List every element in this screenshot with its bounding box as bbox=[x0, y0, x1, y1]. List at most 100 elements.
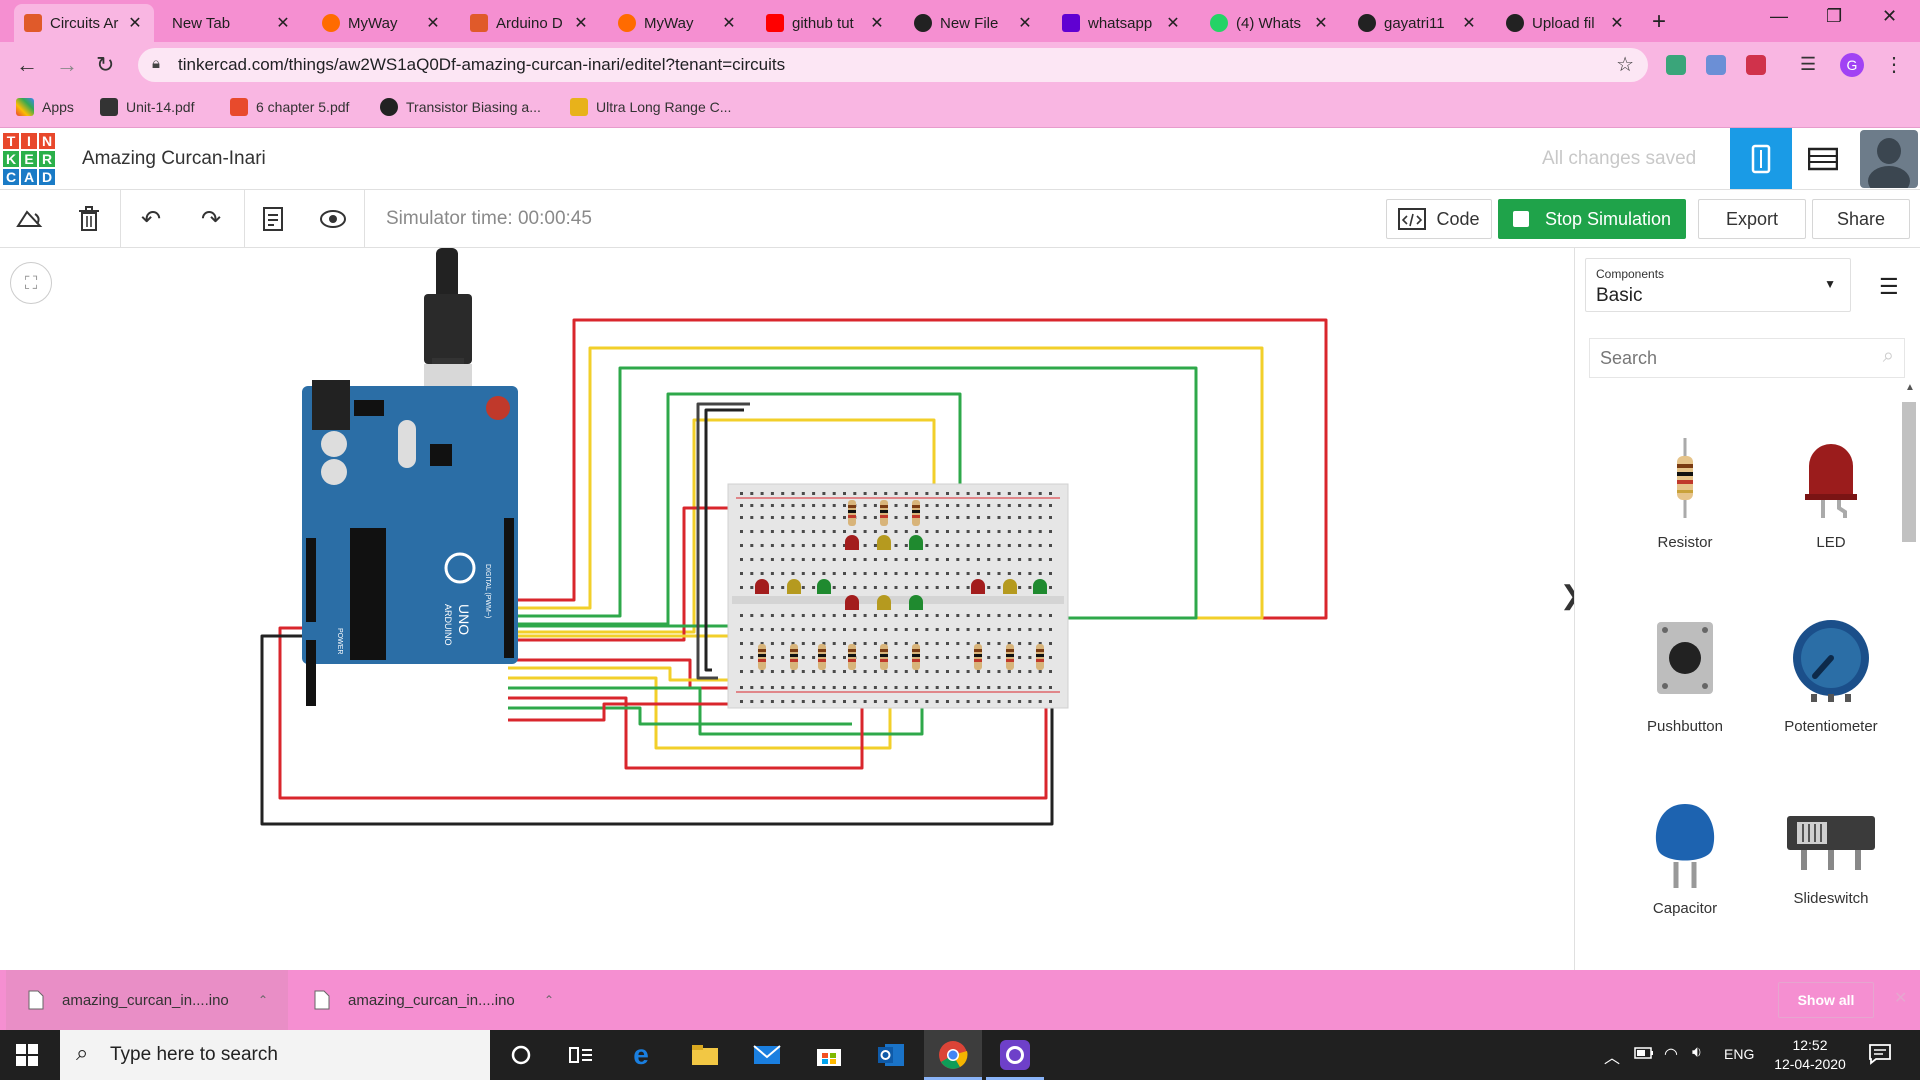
download-item[interactable]: amazing_curcan_in....ino ⌃ bbox=[6, 970, 288, 1030]
component-led[interactable]: LED bbox=[1761, 434, 1901, 551]
profile-avatar[interactable]: G bbox=[1840, 53, 1864, 77]
mail-icon[interactable] bbox=[752, 1040, 782, 1070]
battery-icon[interactable] bbox=[1634, 1046, 1654, 1065]
wifi-icon[interactable]: ◠ bbox=[1664, 1044, 1678, 1064]
tab-circuits[interactable]: Circuits Ar ✕ bbox=[14, 4, 154, 42]
circuit-canvas[interactable]: ⛶ ARDUINO UNO DIGITAL (PWM~) ANALOG IN P… bbox=[0, 248, 1582, 970]
cortana-icon[interactable] bbox=[506, 1040, 536, 1070]
visibility-eye-icon[interactable] bbox=[318, 204, 348, 234]
close-icon[interactable]: ✕ bbox=[424, 13, 442, 33]
forward-arrow-icon[interactable]: → bbox=[56, 52, 78, 78]
new-tab-plus-icon[interactable]: + bbox=[1652, 8, 1666, 36]
code-button[interactable]: Code bbox=[1386, 199, 1492, 239]
scrollbar-thumb[interactable] bbox=[1902, 402, 1916, 542]
chrome-menu-icon[interactable]: ⋮ bbox=[1884, 52, 1904, 77]
extension-icon[interactable] bbox=[1666, 55, 1686, 75]
close-icon[interactable]: ✕ bbox=[1608, 13, 1626, 33]
extension-icon[interactable] bbox=[1706, 55, 1726, 75]
window-close-icon[interactable]: ✕ bbox=[1882, 6, 1897, 27]
list-view-icon[interactable]: ☰ bbox=[1879, 274, 1899, 300]
close-icon[interactable]: ✕ bbox=[1164, 13, 1182, 33]
chevron-up-icon[interactable]: ⌃ bbox=[544, 993, 554, 1007]
undo-icon[interactable]: ↶ bbox=[136, 204, 166, 234]
tinkercad-logo[interactable]: T I N K E R C A D bbox=[2, 132, 56, 186]
redo-icon[interactable]: ↷ bbox=[196, 204, 226, 234]
taskbar-search-box[interactable]: ⌕ Type here to search bbox=[60, 1030, 490, 1080]
back-arrow-icon[interactable]: ← bbox=[16, 52, 38, 78]
github-desktop-taskbar-button[interactable] bbox=[986, 1030, 1044, 1080]
windows-start-icon[interactable] bbox=[16, 1044, 38, 1071]
panel-scrollbar[interactable]: ▲ bbox=[1901, 382, 1917, 948]
close-icon[interactable]: ✕ bbox=[126, 13, 144, 33]
bookmark-transistor[interactable]: Transistor Biasing a... bbox=[380, 98, 541, 116]
tab-new-file[interactable]: New File ✕ bbox=[904, 4, 1044, 42]
volume-icon[interactable]: 🔉︎ bbox=[1692, 1044, 1702, 1062]
restore-icon[interactable]: ❐ bbox=[1826, 6, 1842, 27]
tab-gayatri[interactable]: gayatri11 ✕ bbox=[1348, 4, 1488, 42]
tab-arduino[interactable]: Arduino D ✕ bbox=[460, 4, 600, 42]
bookmark-ultra-long-range[interactable]: Ultra Long Range C... bbox=[570, 98, 731, 116]
bookmark-unit-14[interactable]: Unit-14.pdf bbox=[100, 98, 194, 116]
breadboard-hole bbox=[925, 544, 929, 547]
stop-simulation-button[interactable]: Stop Simulation bbox=[1498, 199, 1686, 239]
export-button[interactable]: Export bbox=[1698, 199, 1806, 239]
close-icon[interactable]: ✕ bbox=[1016, 13, 1034, 33]
tab-whatsapp[interactable]: (4) Whats ✕ bbox=[1200, 4, 1340, 42]
tab-whatsapp-search[interactable]: whatsapp ✕ bbox=[1052, 4, 1192, 42]
close-icon[interactable]: ✕ bbox=[1460, 13, 1478, 33]
star-bookmark-icon[interactable]: ☆ bbox=[1616, 52, 1634, 77]
close-icon[interactable]: ✕ bbox=[274, 13, 292, 33]
scroll-up-icon[interactable]: ▲ bbox=[1905, 382, 1915, 393]
breadboard-hole bbox=[1018, 628, 1022, 631]
delete-trash-icon[interactable] bbox=[74, 204, 104, 234]
share-button[interactable]: Share bbox=[1812, 199, 1910, 239]
reload-icon[interactable]: ↻ bbox=[96, 52, 114, 78]
outlook-icon[interactable] bbox=[876, 1040, 906, 1070]
resistor-band bbox=[848, 649, 856, 652]
task-view-icon[interactable] bbox=[566, 1040, 596, 1070]
rotate-icon[interactable] bbox=[14, 204, 44, 234]
breadboard-hole bbox=[925, 572, 929, 575]
component-potentiometer[interactable]: Potentiometer bbox=[1761, 618, 1901, 735]
component-search-input[interactable]: Search ⌕ bbox=[1589, 338, 1905, 378]
design-title[interactable]: Amazing Curcan-Inari bbox=[82, 148, 266, 170]
close-icon[interactable]: ✕ bbox=[720, 13, 738, 33]
bookmark-chapter-5[interactable]: 6 chapter 5.pdf bbox=[230, 98, 349, 116]
minimize-icon[interactable]: — bbox=[1770, 6, 1788, 27]
close-icon[interactable]: ✕ bbox=[1312, 13, 1330, 33]
chrome-taskbar-button[interactable] bbox=[924, 1030, 982, 1080]
component-resistor[interactable]: Resistor bbox=[1615, 438, 1755, 551]
notifications-icon[interactable] bbox=[1868, 1042, 1892, 1071]
bookmark-apps[interactable]: Apps bbox=[16, 98, 74, 116]
close-icon[interactable]: ✕ bbox=[868, 13, 886, 33]
user-avatar[interactable] bbox=[1860, 130, 1918, 188]
tab-upload-file[interactable]: Upload fil ✕ bbox=[1496, 4, 1636, 42]
url-field[interactable]: 🔒︎ tinkercad.com/things/aw2WS1aQ0Df-amaz… bbox=[138, 48, 1648, 82]
show-all-button[interactable]: Show all bbox=[1778, 982, 1874, 1018]
pocket-icon[interactable] bbox=[1746, 55, 1766, 75]
schematic-view-button[interactable] bbox=[1792, 128, 1854, 189]
clock[interactable]: 12:52 12-04-2020 bbox=[1770, 1036, 1850, 1074]
tab-myway[interactable]: MyWay ✕ bbox=[312, 4, 452, 42]
tab-myway-2[interactable]: MyWay ✕ bbox=[608, 4, 748, 42]
media-control-icon[interactable]: ☰ bbox=[1800, 54, 1816, 75]
component-pushbutton[interactable]: Pushbutton bbox=[1615, 618, 1755, 735]
show-hidden-icons-chevron-icon[interactable]: ︿ bbox=[1604, 1044, 1620, 1068]
language-indicator[interactable]: ENG bbox=[1724, 1046, 1754, 1062]
edge-browser-icon[interactable]: e bbox=[626, 1039, 656, 1070]
component-capacitor[interactable]: Capacitor bbox=[1615, 798, 1755, 917]
store-icon[interactable] bbox=[814, 1040, 844, 1070]
notes-icon[interactable] bbox=[258, 204, 288, 234]
resistor-band bbox=[912, 510, 920, 513]
chevron-up-icon[interactable]: ⌃ bbox=[258, 993, 268, 1007]
close-icon[interactable]: ✕ bbox=[572, 13, 590, 33]
component-slideswitch[interactable]: Slideswitch bbox=[1761, 808, 1901, 907]
circuit-view-button[interactable] bbox=[1730, 128, 1792, 189]
breadboard-hole bbox=[1007, 686, 1011, 689]
tab-new-tab[interactable]: New Tab ✕ bbox=[162, 4, 302, 42]
file-explorer-icon[interactable] bbox=[690, 1040, 720, 1070]
download-item[interactable]: amazing_curcan_in....ino ⌃ bbox=[292, 970, 574, 1030]
close-icon[interactable]: ✕ bbox=[1894, 988, 1907, 1008]
tab-github-tutorial[interactable]: github tut ✕ bbox=[756, 4, 896, 42]
components-dropdown[interactable]: Components Basic ▼ bbox=[1585, 258, 1851, 312]
